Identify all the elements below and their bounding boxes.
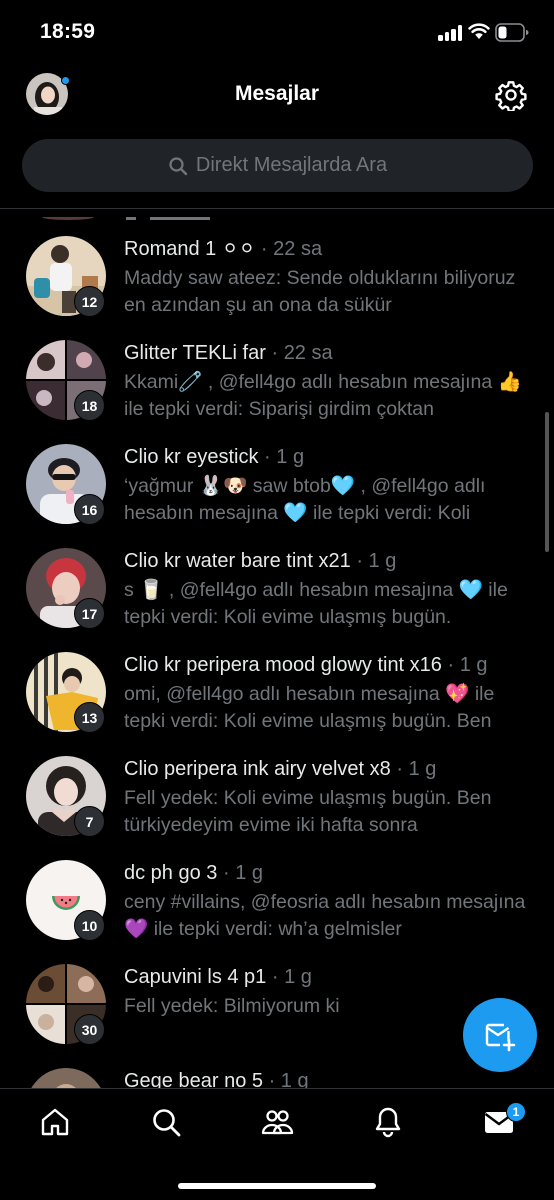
conversation-list: 12 Romand 1 ⚪⚪ · 22 sa Maddy saw ateez: … <box>0 210 554 1088</box>
conversation-name: Clio kr peripera mood glowy tint x16 <box>124 654 442 676</box>
messages-unread-badge: 1 <box>506 1102 526 1122</box>
search-icon[interactable] <box>149 1105 183 1139</box>
conversation-time: 1 g <box>408 758 437 780</box>
search-icon <box>169 156 188 175</box>
conversation-time: 1 g <box>276 446 305 468</box>
search-input[interactable]: Direkt Mesajlarda Ara <box>22 139 533 192</box>
conversation-name: Romand 1 ⚪⚪ <box>124 238 256 260</box>
conversation-preview: omi, @fell4go adlı hesabın mesajına 💖 il… <box>124 683 495 732</box>
wifi-icon <box>468 23 490 39</box>
conversation-preview: ‘yağmur 🐰🐶 saw btob🩵 , @fell4go adlı hes… <box>124 475 486 524</box>
conversation-preview: Maddy saw ateez: Sende olduklarını biliy… <box>124 267 516 316</box>
conversation-row[interactable]: 18 Glitter TEKLi far · 22 sa Kkami🧷 , @f… <box>0 314 554 421</box>
conversation-name: Clio peripera ink airy velvet x8 <box>124 758 391 780</box>
home-indicator <box>178 1183 376 1189</box>
conversation-time: 1 g <box>368 550 397 572</box>
search-placeholder: Direkt Mesajlarda Ara <box>195 154 388 176</box>
communities-icon[interactable] <box>260 1105 294 1139</box>
conversation-preview: s 🥛 , @fell4go adlı hesabın mesajına 🩵 i… <box>124 579 508 628</box>
conversation-time: 1 g <box>235 862 264 884</box>
app-header: Mesajlar <box>0 66 554 124</box>
conversation-row[interactable]: 16 Clio kr eyestick · 1 g ‘yağmur 🐰🐶 saw… <box>0 418 554 525</box>
unread-count-badge: 17 <box>74 598 105 629</box>
conversation-preview: Fell yedek: Koli evime ulaşmış bugün. Be… <box>124 787 492 836</box>
conversation-name: Clio kr eyestick <box>124 446 259 468</box>
conversation-time: 1 g <box>284 966 312 988</box>
conversation-row[interactable]: 17 Clio kr water bare tint x21 · 1 g s 🥛… <box>0 522 554 629</box>
conversation-name: Clio kr water bare tint x21 <box>124 550 351 572</box>
scrollbar[interactable] <box>545 412 549 552</box>
conversation-name: Glitter TEKLi far <box>124 342 266 364</box>
conversation-time: 1 g <box>459 654 488 676</box>
conversation-row[interactable]: 7 Clio peripera ink airy velvet x8 · 1 g… <box>0 730 554 837</box>
conversation-time: 22 sa <box>283 342 333 364</box>
notifications-icon[interactable] <box>371 1105 405 1139</box>
conversation-time: 1 g <box>280 1070 309 1088</box>
unread-count-badge: 12 <box>74 286 105 317</box>
status-bar: 18:59 <box>0 0 554 66</box>
conversation-name: dc ph go 3 <box>124 862 218 884</box>
unread-count-badge: 7 <box>74 806 105 837</box>
unread-count-badge: 16 <box>74 494 105 525</box>
unread-count-badge: 10 <box>74 910 105 941</box>
conversation-name: Capuvini ls 4 p1 <box>124 966 267 988</box>
unread-count-badge: 30 <box>74 1014 105 1045</box>
home-icon[interactable] <box>38 1105 72 1139</box>
conversation-preview: ceny #villains, @feosria adlı hesabın me… <box>124 891 526 940</box>
conversation-row[interactable]: 13 Clio kr peripera mood glowy tint x16 … <box>0 626 554 733</box>
conversation-row[interactable]: 10 dc ph go 3 · 1 g ceny #villains, @feo… <box>0 834 554 941</box>
conversation-preview: Kkami🧷 , @fell4go adlı hesabın mesajına … <box>124 371 522 420</box>
search-area: Direkt Mesajlarda Ara <box>0 124 554 209</box>
unread-count-badge: 13 <box>74 702 105 733</box>
new-message-button[interactable] <box>463 998 537 1072</box>
avatar <box>26 1068 106 1088</box>
gear-icon[interactable] <box>495 79 527 111</box>
new-message-icon <box>485 1023 516 1052</box>
conversation-row[interactable]: 12 Romand 1 ⚪⚪ · 22 sa Maddy saw ateez: … <box>0 210 554 317</box>
unread-count-badge: 18 <box>74 390 105 421</box>
battery-icon <box>495 23 529 42</box>
page-title: Mesajlar <box>234 82 320 105</box>
conversation-name: Gege bear no 5 <box>124 1070 263 1088</box>
conversation-time: 22 sa <box>273 238 323 260</box>
status-time: 18:59 <box>40 20 96 43</box>
cellular-signal-icon <box>438 25 464 41</box>
